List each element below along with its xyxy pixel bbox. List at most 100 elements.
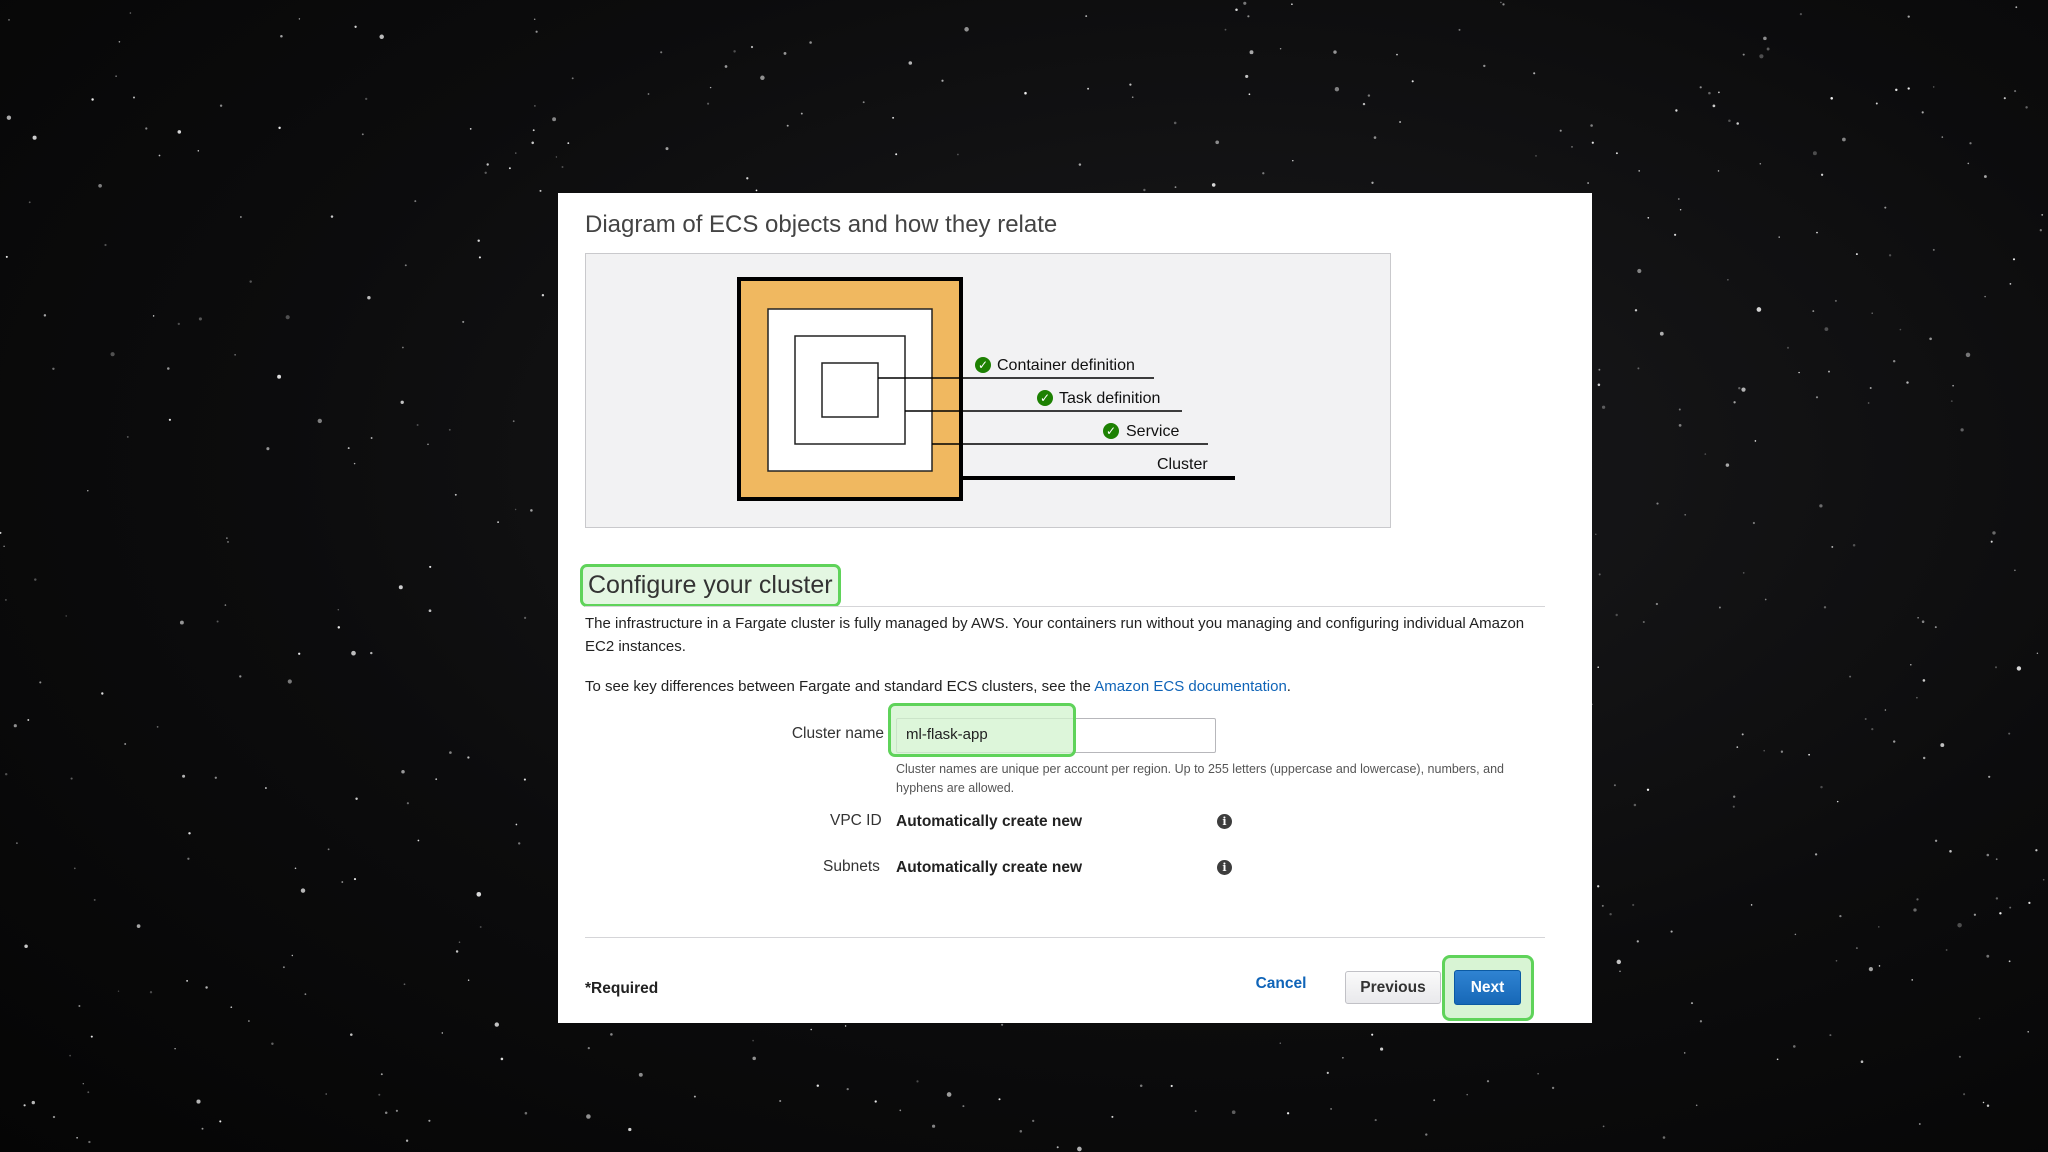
- star: [414, 200, 417, 203]
- star: [249, 280, 252, 283]
- star: [118, 41, 121, 43]
- star: [1963, 1093, 1966, 1096]
- star: [1816, 231, 1818, 234]
- star: [512, 420, 515, 423]
- star: [1736, 746, 1739, 748]
- star: [1929, 337, 1932, 341]
- star: [809, 41, 812, 44]
- star: [429, 565, 432, 568]
- star: [1690, 1002, 1694, 1005]
- star: [1684, 513, 1687, 516]
- star: [239, 675, 242, 678]
- star: [1601, 904, 1604, 907]
- star: [555, 156, 558, 158]
- star: [230, 1006, 233, 1009]
- star: [1742, 572, 1745, 574]
- star: [365, 97, 368, 101]
- star: [337, 626, 341, 629]
- star: [428, 609, 432, 613]
- star: [786, 124, 789, 127]
- cluster-name-help: Cluster names are unique per account per…: [896, 762, 1504, 795]
- cluster-name-label: Cluster name: [791, 725, 884, 742]
- star: [1235, 8, 1238, 12]
- star: [523, 778, 526, 781]
- cluster-name-input[interactable]: [896, 718, 1206, 751]
- star: [1683, 1052, 1686, 1054]
- star: [395, 1109, 398, 1112]
- star: [1839, 914, 1842, 918]
- star: [665, 147, 669, 151]
- star: [1852, 544, 1856, 547]
- star: [380, 1073, 383, 1076]
- star: [1973, 913, 1977, 916]
- star: [467, 979, 470, 981]
- star: [1752, 521, 1755, 525]
- star: [226, 537, 228, 539]
- star: [317, 418, 322, 424]
- star: [1598, 573, 1601, 576]
- star: [428, 1119, 431, 1122]
- star: [2016, 666, 2022, 671]
- star: [441, 1032, 444, 1034]
- star: [846, 1087, 849, 1091]
- star: [1670, 930, 1673, 933]
- star: [156, 726, 159, 728]
- star: [353, 462, 356, 465]
- star: [1279, 47, 1282, 50]
- star: [101, 692, 104, 695]
- star: [1466, 1093, 1468, 1096]
- ecs-documentation-link[interactable]: Amazon ECS documentation: [1094, 678, 1287, 695]
- star: [946, 1092, 952, 1097]
- star: [403, 983, 406, 986]
- next-button[interactable]: Next: [1454, 970, 1521, 1005]
- star: [1695, 1104, 1698, 1107]
- star: [1921, 620, 1925, 623]
- star: [124, 743, 127, 745]
- vpc-id-label: VPC ID: [830, 812, 882, 829]
- star: [1704, 453, 1707, 455]
- star: [1637, 268, 1642, 274]
- star: [219, 1120, 222, 1123]
- star: [1411, 80, 1414, 83]
- star: [1764, 598, 1767, 601]
- star: [216, 620, 219, 623]
- previous-button[interactable]: Previous: [1345, 971, 1441, 1004]
- star: [1893, 740, 1896, 743]
- star: [844, 1025, 847, 1027]
- star: [353, 878, 357, 881]
- star: [174, 1047, 176, 1050]
- star: [198, 317, 202, 321]
- star: [1871, 312, 1873, 314]
- star: [82, 1083, 85, 1085]
- star: [1601, 405, 1606, 409]
- documentation-note-end: .: [1286, 678, 1291, 695]
- star: [1855, 947, 1858, 950]
- star: [126, 435, 129, 438]
- info-icon[interactable]: i: [1217, 860, 1232, 875]
- star: [1638, 170, 1641, 172]
- star: [733, 50, 736, 53]
- star: [1986, 1104, 1990, 1107]
- star: [518, 842, 521, 845]
- star: [957, 153, 959, 156]
- star: [6, 115, 12, 120]
- star: [1662, 1136, 1666, 1139]
- star: [13, 724, 17, 728]
- cluster-label: Cluster: [1157, 456, 1208, 473]
- star: [1728, 119, 1731, 122]
- star: [1286, 1112, 1290, 1115]
- star: [1759, 163, 1762, 165]
- star: [1982, 1101, 1985, 1104]
- star: [1794, 933, 1797, 936]
- star: [1143, 188, 1146, 192]
- info-icon[interactable]: i: [1217, 814, 1232, 829]
- star: [327, 848, 330, 851]
- star: [533, 18, 536, 20]
- cancel-button[interactable]: Cancel: [1251, 967, 1311, 1001]
- star: [1727, 279, 1729, 281]
- star: [1173, 121, 1177, 125]
- star: [1486, 1080, 1490, 1083]
- star: [167, 367, 170, 370]
- star: [515, 152, 517, 154]
- star: [1736, 122, 1739, 125]
